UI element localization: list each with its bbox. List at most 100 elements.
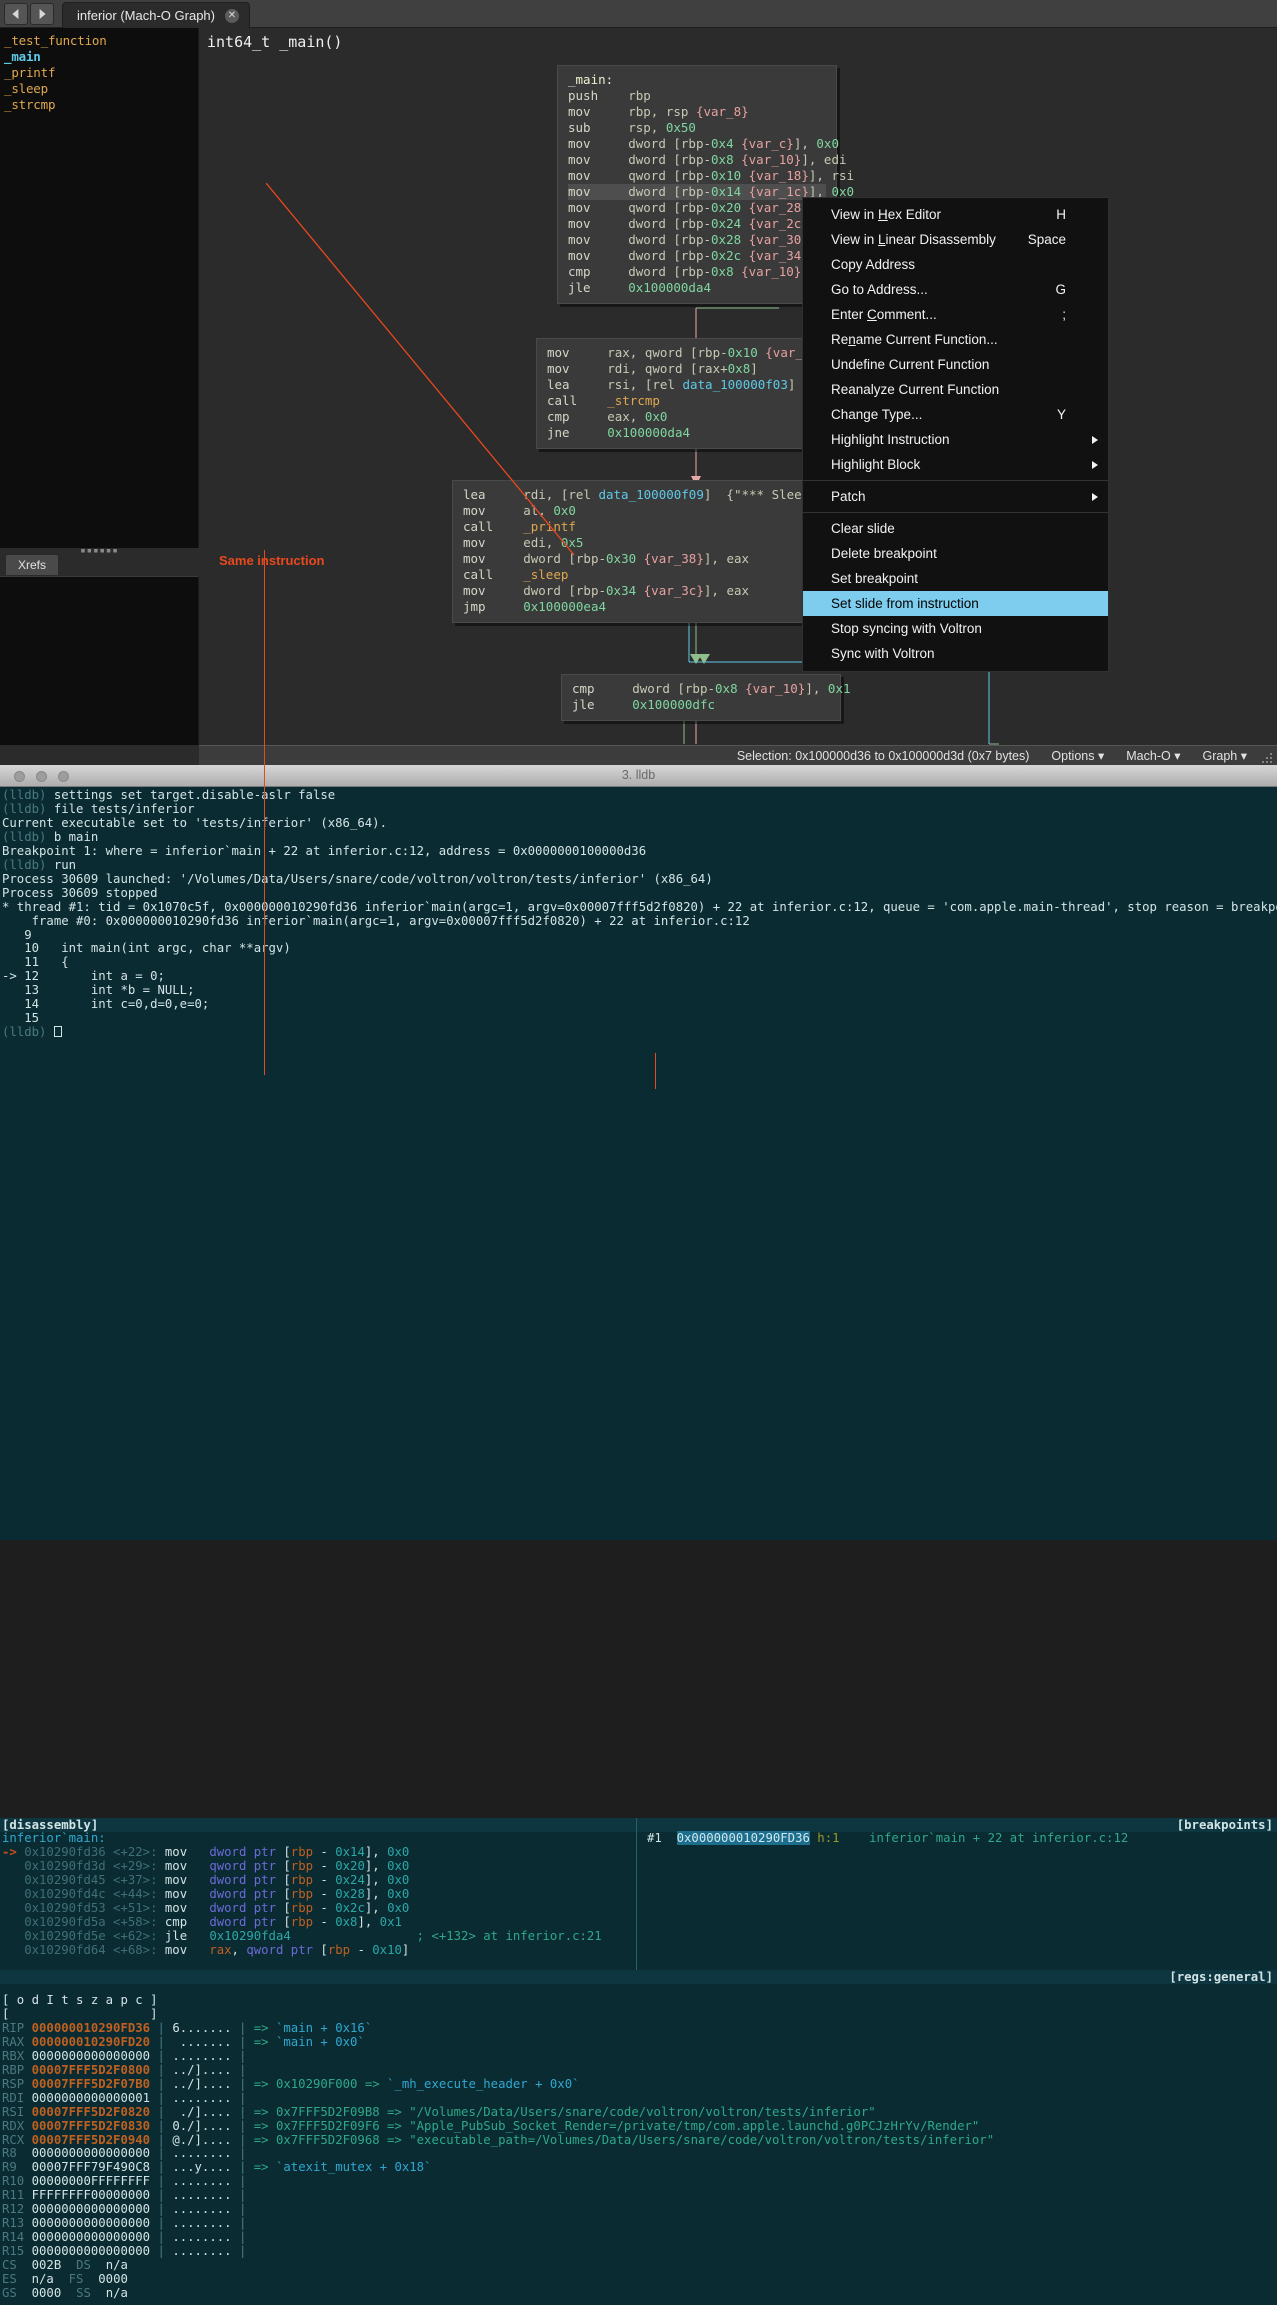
menu-item-label: Stop syncing with Voltron	[831, 621, 982, 636]
context-menu[interactable]: View in Hex Editor H View in Linear Disass…	[802, 197, 1109, 672]
menu-item-set-breakpoint[interactable]: Set breakpoint	[803, 566, 1108, 591]
disassembly-line[interactable]: mov dword [rbp-0x14 {var_1c}], 0x0	[568, 184, 854, 200]
register-row: RSP 00007FFF5D2F07B0 | ../].... | => 0x1…	[2, 2076, 580, 2091]
disassembly-line[interactable]: mov dword [rbp-0x24 {var_2c}], 0x0	[568, 216, 854, 232]
menu-item-label: Go to Address...	[831, 282, 928, 297]
function-list-item[interactable]: _test_function	[4, 33, 198, 49]
function-list-item[interactable]: _printf	[4, 65, 198, 81]
breakpoints-view-title: [breakpoints]	[637, 1818, 1277, 1832]
menu-item-enter-comment[interactable]: Enter Comment...;	[803, 302, 1108, 327]
terminal-line: -> 12 int a = 0;	[2, 969, 165, 984]
menu-item-highlight-instruction[interactable]: Highlight Instruction	[803, 427, 1108, 452]
block-label[interactable]: _main:	[568, 72, 826, 88]
function-list-item[interactable]: _sleep	[4, 81, 198, 97]
format-dropdown[interactable]: Mach-O ▾	[1126, 748, 1180, 763]
voltron-disassembly-view[interactable]: [disassembly] inferior`main: -> 0x10290fd3…	[0, 1818, 637, 1970]
disassembly-line[interactable]: mov qword [rbp-0x20 {var_28}], 0x0	[568, 200, 854, 216]
graph-header: int64_t _main()	[199, 28, 1277, 58]
disassembly-row[interactable]: 0x10290fd53 <+51>: mov dword ptr [rbp - …	[0, 1901, 636, 1916]
register-row: R14 0000000000000000 | ........ |	[2, 2230, 247, 2245]
function-list[interactable]: _test_function _main _printf _sleep _strcmp	[0, 28, 199, 548]
page-title: int64_t _main()	[207, 33, 343, 51]
register-row: RIP 000000010290FD36 | 6....... | => `ma…	[2, 2020, 373, 2035]
back-button[interactable]	[4, 3, 28, 25]
menu-item-reanalyze-current-function[interactable]: Reanalyze Current Function	[803, 377, 1108, 402]
menu-item-view-in-linear-disassembly[interactable]: View in Linear Disassembly Space	[803, 227, 1108, 252]
disassembly-line[interactable]: mov qword [rbp-0x10 {var_18}], rsi	[568, 168, 854, 184]
disassembly-view-title: [disassembly]	[0, 1818, 636, 1832]
menu-item-set-slide-from-instruction[interactable]: Set slide from instruction	[803, 591, 1108, 616]
menu-separator	[803, 480, 1108, 481]
terminal-line: Current executable set to 'tests/inferio…	[2, 815, 387, 830]
disassembly-line[interactable]: cmp dword [rbp-0x8 {var_10}], 0x1	[572, 681, 851, 697]
resize-grip-icon[interactable]	[1261, 751, 1273, 763]
function-list-item[interactable]: _strcmp	[4, 97, 198, 113]
register-row: R11 FFFFFFFF00000000 | ........ |	[2, 2188, 247, 2203]
register-row: RDX 00007FFF5D2F0830 | 0./].... | => 0x7…	[2, 2118, 980, 2133]
basic-block-entry[interactable]: _main: push rbp mov rbp, rsp {var_8} sub rs…	[557, 65, 854, 304]
tab-xrefs[interactable]: Xrefs	[5, 554, 60, 575]
disassembly-line[interactable]: push rbp	[568, 88, 826, 104]
voltron-breakpoints-view[interactable]: [breakpoints] #1 0x000000010290FD36 h:1 i…	[637, 1818, 1277, 1970]
menu-item-stop-syncing-with-voltron[interactable]: Stop syncing with Voltron	[803, 616, 1108, 641]
segment-register-row: CS 002B DS n/a	[2, 2258, 128, 2273]
disassembly-line[interactable]: mov dword [rbp-0x2c {var_34}], 0x0	[568, 248, 854, 264]
disassembly-line[interactable]: jle 0x100000da4	[568, 280, 826, 296]
menu-item-label: Set breakpoint	[831, 571, 919, 586]
terminal-title-bar[interactable]: 3. lldb	[0, 765, 1277, 787]
tab-inferior[interactable]: inferior (Mach-O Graph) ✕	[62, 2, 250, 28]
menu-separator	[803, 512, 1108, 513]
disassembly-row[interactable]: -> 0x10290fd36 <+22>: mov dword ptr [rbp…	[0, 1845, 636, 1860]
menu-item-patch[interactable]: Patch	[803, 484, 1108, 509]
selection-status: Selection: 0x100000d36 to 0x100000d3d (0…	[736, 748, 1030, 763]
register-row: RSI 00007FFF5D2F0820 | ./].... | => 0x7F…	[2, 2104, 876, 2119]
terminal-line: 10 int main(int argc, char **argv)	[2, 941, 291, 956]
disassembly-line[interactable]: sub rsp, 0x50	[568, 120, 826, 136]
disassembly-line[interactable]: mov dword [rbp-0x4 {var_c}], 0x0	[568, 136, 839, 152]
disassembly-row[interactable]: 0x10290fd5e <+62>: jle 0x10290fda4 ; <+1…	[0, 1929, 636, 1944]
back-arrow-icon	[12, 9, 19, 19]
menu-item-shortcut: Space	[1027, 232, 1066, 247]
voltron-registers-view[interactable]: [regs:general] [ o d I t s z a p c ][ ] RI…	[0, 1970, 1277, 2305]
menu-item-copy-address[interactable]: Copy Address	[803, 252, 1108, 277]
terminal-line: (lldb)	[2, 1025, 1277, 1040]
terminal-line: 9	[2, 927, 32, 942]
register-row: R12 0000000000000000 | ........ |	[2, 2202, 247, 2217]
register-row: RBX 0000000000000000 | ........ |	[2, 2048, 247, 2063]
menu-item-clear-slide[interactable]: Clear slide	[803, 516, 1108, 541]
segment-register-row: GS 0000 SS n/a	[2, 2286, 128, 2301]
close-icon[interactable]: ✕	[224, 8, 239, 23]
disassembly-row[interactable]: 0x10290fd45 <+37>: mov dword ptr [rbp - …	[0, 1873, 636, 1888]
disassembly-line[interactable]: cmp dword [rbp-0x8 {var_10}], 0x1	[568, 264, 847, 280]
disassembly-line[interactable]: mov dword [rbp-0x8 {var_10}], edi	[568, 152, 847, 168]
menu-item-rename-current-function[interactable]: Rename Current Function...	[803, 327, 1108, 352]
lldb-output[interactable]: (lldb) settings set target.disable-aslr …	[0, 787, 1277, 1817]
disassembly-line[interactable]: jle 0x100000dfc	[572, 697, 830, 713]
segment-register-row: ES n/a FS 0000	[2, 2272, 128, 2287]
breakpoint-row[interactable]: #1 0x000000010290FD36 h:1 inferior`main …	[637, 1831, 1277, 1846]
disassembly-line[interactable]: mov rbp, rsp {var_8}	[568, 104, 826, 120]
menu-item-sync-with-voltron[interactable]: Sync with Voltron	[803, 641, 1108, 666]
tab-label: inferior (Mach-O Graph)	[77, 8, 215, 23]
menu-item-go-to-address[interactable]: Go to Address... G	[803, 277, 1108, 302]
menu-item-delete-breakpoint[interactable]: Delete breakpoint	[803, 541, 1108, 566]
disassembly-row[interactable]: 0x10290fd5a <+58>: cmp dword ptr [rbp - …	[0, 1915, 636, 1930]
disassembly-row[interactable]: 0x10290fd3d <+29>: mov qword ptr [rbp - …	[0, 1859, 636, 1874]
forward-button[interactable]	[30, 3, 54, 25]
menu-item-label: Highlight Block	[831, 457, 921, 472]
terminal-line: 15	[2, 1011, 40, 1026]
chevron-down-icon: ▾	[1097, 749, 1105, 763]
menu-item-change-type[interactable]: Change Type... Y	[803, 402, 1108, 427]
menu-item-view-in-hex-editor[interactable]: View in Hex Editor H	[803, 202, 1108, 227]
disassembly-line[interactable]: mov dword [rbp-0x28 {var_30}], 0x0	[568, 232, 854, 248]
terminal-line: (lldb) b main	[2, 829, 99, 844]
function-list-item[interactable]: _main	[4, 49, 198, 65]
options-dropdown[interactable]: Options ▾	[1051, 748, 1104, 763]
basic-block-cmp[interactable]: cmp dword [rbp-0x8 {var_10}], 0x1 jle 0x1…	[561, 674, 851, 721]
menu-item-undefine-current-function[interactable]: Undefine Current Function	[803, 352, 1108, 377]
disassembly-row[interactable]: 0x10290fd4c <+44>: mov dword ptr [rbp - …	[0, 1887, 636, 1902]
view-dropdown[interactable]: Graph ▾	[1202, 748, 1247, 763]
menu-item-highlight-block[interactable]: Highlight Block	[803, 452, 1108, 477]
menu-item-label: Delete breakpoint	[831, 546, 937, 561]
disassembly-row[interactable]: 0x10290fd64 <+68>: mov rax, qword ptr [r…	[0, 1943, 636, 1958]
